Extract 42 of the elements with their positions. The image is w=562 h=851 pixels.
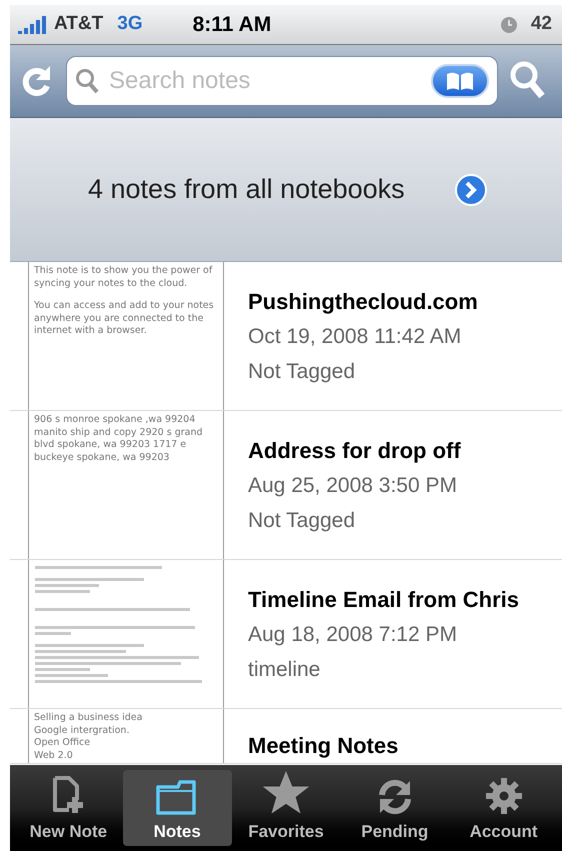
note-tags: Not Tagged [248,356,478,387]
network-type: 3G [117,12,143,36]
book-icon [445,71,475,91]
clock-icon [500,16,517,32]
note-row[interactable] [10,262,562,411]
notebook-header-title: 4 notes from all notebooks [88,173,405,206]
search-field[interactable]: Search notes [66,56,498,106]
note-row[interactable]: Timeline Email from Chris Aug 18, 2008 7:12 PM timeline [10,560,562,709]
note-date: Oct 19, 2008 11:42 AM [248,324,462,350]
note-preview-text: This note is to show you the power of syncing your notes to the cloud. [34,265,214,290]
note-tags: timeline [248,654,520,685]
clock-time: 8:11 AM [192,12,272,38]
folder-icon [156,778,198,814]
note-title: Meeting Notes [248,732,398,760]
note-title: Timeline Email from Chris [248,586,520,614]
settings-icon [484,776,523,814]
note-title: Pushingthecloud.com [248,288,478,316]
tab-item[interactable]: Favorites [232,770,340,846]
notebook-selector-button[interactable] [431,64,489,98]
search-input[interactable]: Search notes [109,63,421,99]
search-icon [75,68,99,94]
battery-percent: 42 [530,12,552,36]
tab-item[interactable]: Account [449,770,558,846]
note-preview-text: Selling a business idea [34,712,144,724]
carrier-name: AT&T [54,12,104,36]
note-preview-text: You can access and add to your notes anywhere you are connected to the internet with a browser. [34,300,215,338]
note-title: Address for drop off [248,437,461,465]
new-note-icon [51,774,86,814]
note-row[interactable]: 906 s monroe spokane ,wa 99204 manito ship and copy 2920 s grand blvd spokane, wa 99203 1717 e buckeye spokane, wa 99203 Address for drop off Aug 25, 2008 3:50 PM Not Tagged [10,411,562,560]
tab-item[interactable]: Pending [340,770,450,846]
note-row[interactable]: Selling a business idea Google intergration. Open Office Web 2.0 Meeting Notes [10,709,562,764]
star-icon [260,770,311,814]
note-date: Aug 25, 2008 3:50 PM [248,473,458,499]
note-preview-text: Google intergration. [34,724,130,737]
note-preview-text: Open Office [34,737,92,750]
note-tags: Not Tagged [248,504,461,536]
note-preview-text: Web 2.0 [34,750,74,762]
tab-item[interactable]: New Note [14,770,123,846]
note-date: Aug 18, 2008 7:12 PM [248,622,458,648]
tab-item[interactable]: Notes [122,770,232,846]
notebook-header[interactable]: 4 notes from all notebooks [10,118,562,262]
note-preview-text: 906 s monroe spokane ,wa 99204 manito ship and copy 2920 s grand blvd spokane, wa 99203 1717 e buckeye spokane, wa 99203 [34,414,204,464]
